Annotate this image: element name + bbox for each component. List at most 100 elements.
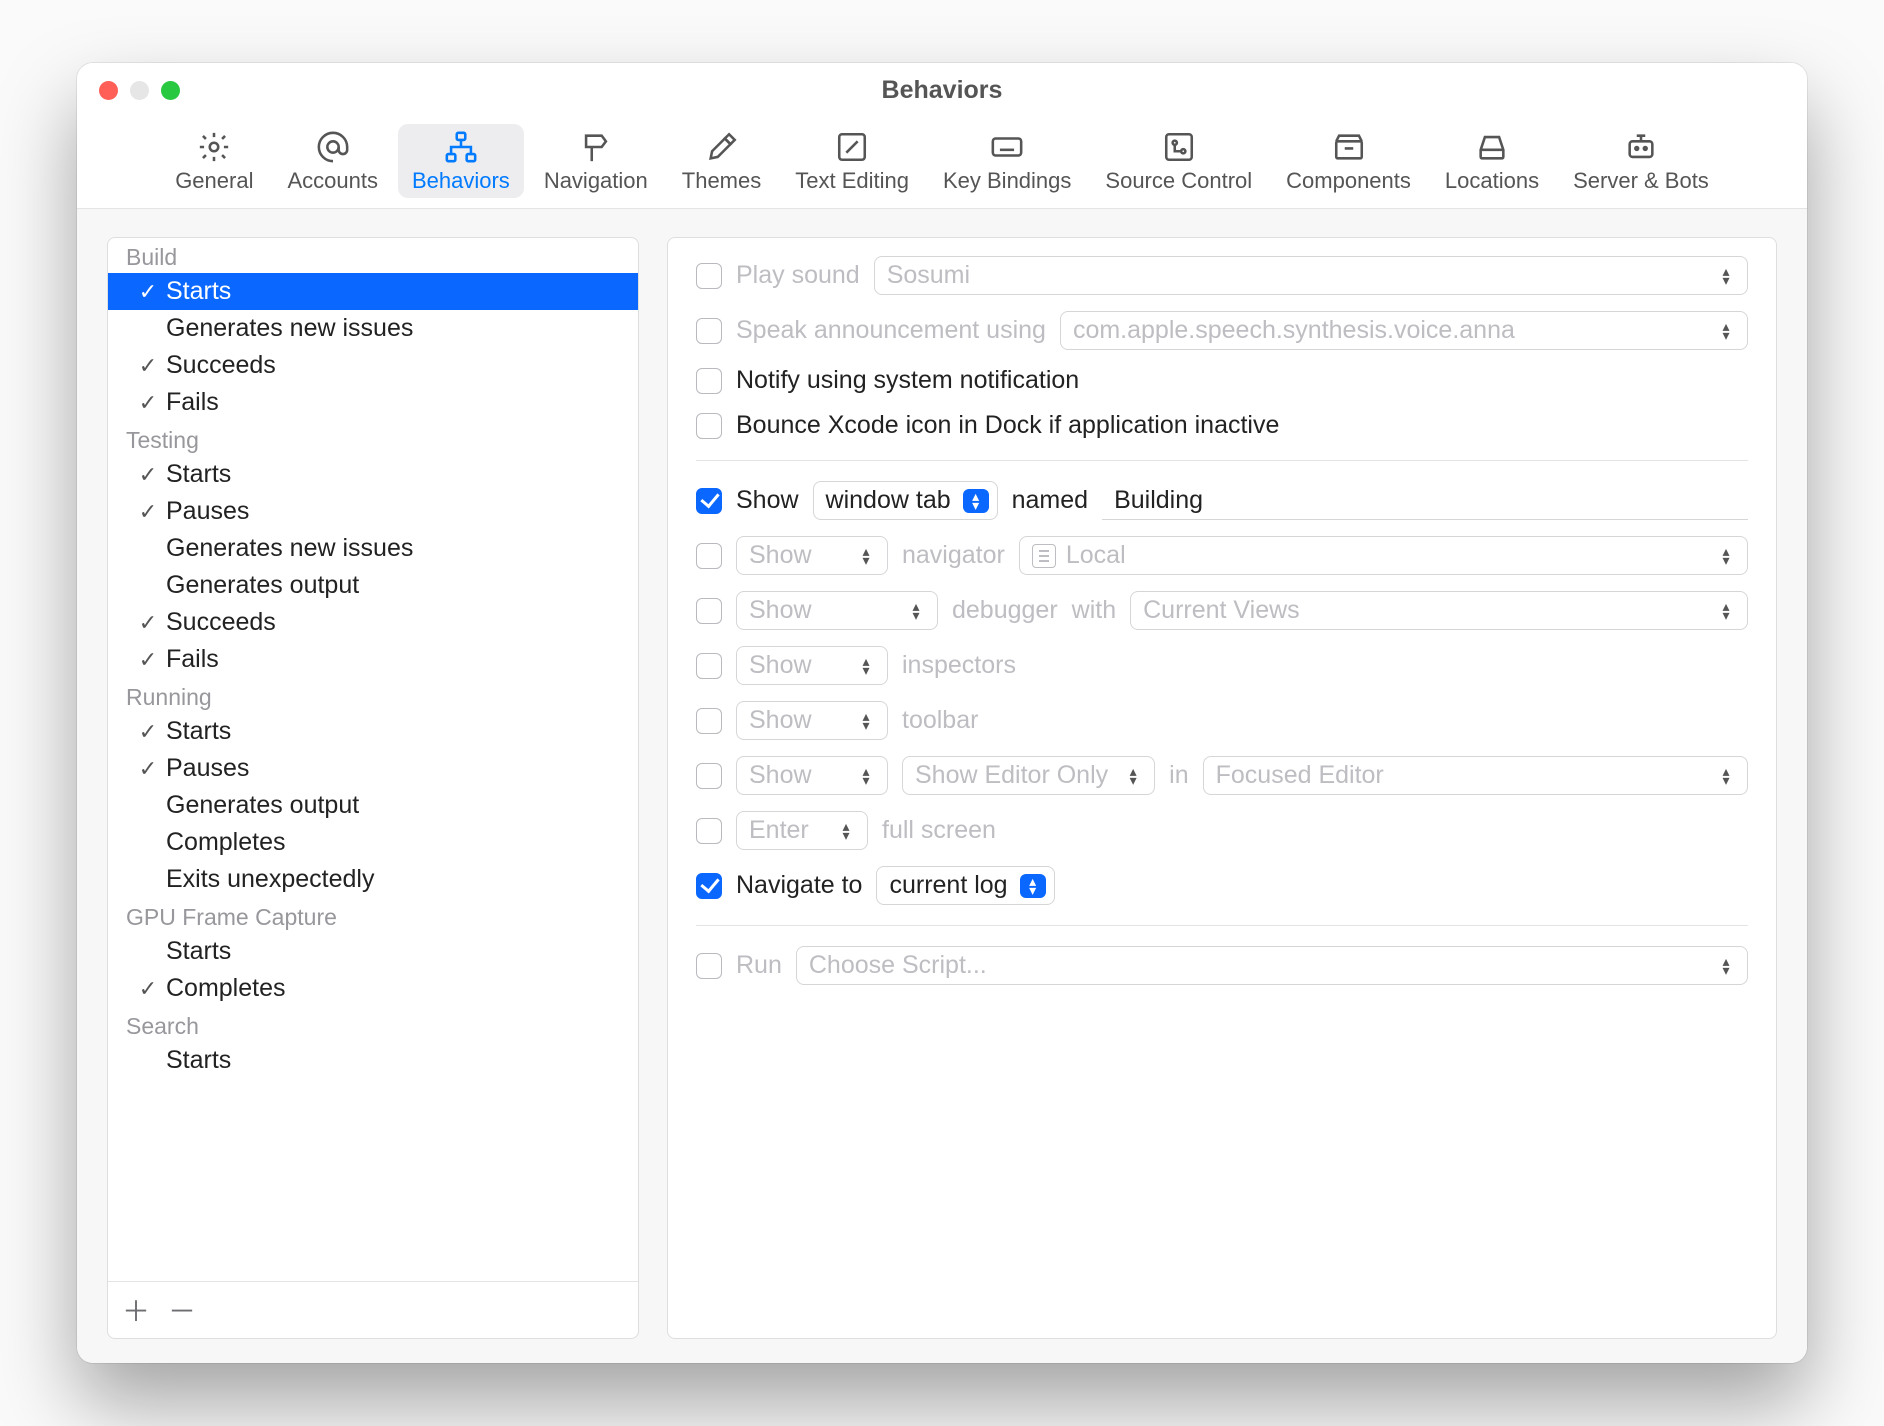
sidebar-item-testing-starts[interactable]: ✓Starts — [108, 456, 638, 493]
notify-label: Notify using system notification — [736, 366, 1079, 395]
chevron-updown-icon: ▴▾ — [853, 654, 879, 678]
editor-mode-select[interactable]: Show Editor Only ▴▾ — [902, 756, 1155, 795]
navigator-action-select[interactable]: Show ▴▾ — [736, 536, 888, 575]
check-icon: ✓ — [138, 756, 158, 782]
sidebar-item-running-exits[interactable]: Exits unexpectedly — [108, 861, 638, 898]
toolbar-label: toolbar — [902, 706, 978, 735]
editor-action-select[interactable]: Show ▴▾ — [736, 756, 888, 795]
tab-source-control[interactable]: Source Control — [1091, 124, 1266, 198]
tab-behaviors[interactable]: Behaviors — [398, 124, 524, 198]
toolbar-checkbox[interactable] — [696, 708, 722, 734]
sidebar-item-build-fails[interactable]: ✓Fails — [108, 384, 638, 421]
fullscreen-action-select[interactable]: Enter ▴▾ — [736, 811, 868, 850]
editor-checkbox[interactable] — [696, 763, 722, 789]
sidebar-item-testing-pauses[interactable]: ✓Pauses — [108, 493, 638, 530]
fullscreen-checkbox[interactable] — [696, 818, 722, 844]
preferences-toolbar: General Accounts Behaviors Navigation Th… — [77, 118, 1807, 209]
editor-target-select[interactable]: Focused Editor ▴▾ — [1203, 756, 1748, 795]
navigate-row: Navigate to current log ▴▾ — [696, 866, 1748, 905]
navigate-checkbox[interactable] — [696, 873, 722, 899]
play-sound-select[interactable]: Sosumi ▴▾ — [874, 256, 1748, 295]
run-script-select[interactable]: Choose Script... ▴▾ — [796, 946, 1748, 985]
sidebar-item-testing-output[interactable]: Generates output — [108, 567, 638, 604]
chevron-updown-icon: ▴▾ — [903, 599, 929, 623]
show-tab-checkbox[interactable] — [696, 488, 722, 514]
tab-text-editing[interactable]: Text Editing — [781, 124, 923, 198]
show-tab-select[interactable]: window tab ▴▾ — [813, 481, 998, 520]
remove-behavior-button[interactable]: － — [168, 1290, 196, 1330]
chevron-updown-icon: ▴▾ — [1713, 544, 1739, 568]
tab-general[interactable]: General — [161, 124, 267, 198]
debugger-value-select[interactable]: Current Views ▴▾ — [1130, 591, 1748, 630]
navigator-value-select[interactable]: Local ▴▾ — [1019, 536, 1748, 575]
sidebar-item-testing-fails[interactable]: ✓Fails — [108, 641, 638, 678]
sidebar-item-label: Pauses — [166, 754, 249, 783]
chevron-updown-icon: ▴▾ — [1020, 874, 1046, 898]
chevron-updown-icon: ▴▾ — [1120, 764, 1146, 788]
titlebar: Behaviors — [77, 63, 1807, 118]
sidebar-item-gpu-completes[interactable]: ✓Completes — [108, 970, 638, 1007]
inspectors-action-select[interactable]: Show ▴▾ — [736, 646, 888, 685]
chevron-updown-icon: ▴▾ — [833, 819, 859, 843]
show-tab-row: Show window tab ▴▾ named Building — [696, 481, 1748, 520]
tab-server-bots[interactable]: Server & Bots — [1559, 124, 1723, 198]
navigator-checkbox[interactable] — [696, 543, 722, 569]
tab-navigation[interactable]: Navigation — [530, 124, 662, 198]
tab-components[interactable]: Components — [1272, 124, 1425, 198]
sidebar-header-build: Build — [108, 238, 638, 273]
play-sound-checkbox[interactable] — [696, 263, 722, 289]
tab-name-field[interactable]: Building — [1102, 482, 1748, 520]
toolbar-action-select[interactable]: Show ▴▾ — [736, 701, 888, 740]
navigate-target-select[interactable]: current log ▴▾ — [876, 866, 1054, 905]
sidebar-item-build-issues[interactable]: Generates new issues — [108, 310, 638, 347]
inspectors-checkbox[interactable] — [696, 653, 722, 679]
sidebar-item-build-succeeds[interactable]: ✓Succeeds — [108, 347, 638, 384]
sidebar-item-label: Generates output — [166, 571, 359, 600]
gear-icon — [197, 130, 231, 164]
sidebar-item-gpu-starts[interactable]: Starts — [108, 933, 638, 970]
bounce-checkbox[interactable] — [696, 413, 722, 439]
tab-locations[interactable]: Locations — [1431, 124, 1553, 198]
speak-row: Speak announcement using com.apple.speec… — [696, 311, 1748, 350]
notify-checkbox[interactable] — [696, 368, 722, 394]
select-value: Show — [749, 596, 812, 625]
select-value: Choose Script... — [809, 951, 987, 980]
select-value: com.apple.speech.synthesis.voice.anna — [1073, 316, 1515, 345]
bounce-row: Bounce Xcode icon in Dock if application… — [696, 411, 1748, 440]
sidebar-item-label: Starts — [166, 717, 231, 746]
in-label: in — [1169, 761, 1188, 790]
tab-themes[interactable]: Themes — [668, 124, 775, 198]
check-icon: ✓ — [138, 353, 158, 379]
behaviors-sidebar: Build ✓ Starts Generates new issues ✓Succ… — [107, 237, 639, 1339]
sidebar-item-label: Completes — [166, 974, 286, 1003]
tab-label: Locations — [1445, 168, 1539, 194]
add-behavior-button[interactable]: ＋ — [122, 1290, 150, 1330]
debugger-checkbox[interactable] — [696, 598, 722, 624]
speak-checkbox[interactable] — [696, 318, 722, 344]
tab-accounts[interactable]: Accounts — [273, 124, 392, 198]
show-label: Show — [736, 486, 799, 515]
sidebar-item-running-pauses[interactable]: ✓ Pauses — [108, 750, 638, 787]
tab-key-bindings[interactable]: Key Bindings — [929, 124, 1085, 198]
select-value: Enter — [749, 816, 809, 845]
sidebar-item-search-starts[interactable]: Starts — [108, 1042, 638, 1079]
behaviors-list[interactable]: Build ✓ Starts Generates new issues ✓Succ… — [108, 238, 638, 1281]
bounce-label: Bounce Xcode icon in Dock if application… — [736, 411, 1279, 440]
navigator-row: Show ▴▾ navigator Local ▴▾ — [696, 536, 1748, 575]
debugger-action-select[interactable]: Show ▴▾ — [736, 591, 938, 630]
sidebar-item-label: Starts — [166, 460, 231, 489]
tab-label: Behaviors — [412, 168, 510, 194]
select-value: Show — [749, 706, 812, 735]
sidebar-item-testing-issues[interactable]: Generates new issues — [108, 530, 638, 567]
tab-label: Key Bindings — [943, 168, 1071, 194]
speak-voice-select[interactable]: com.apple.speech.synthesis.voice.anna ▴▾ — [1060, 311, 1748, 350]
sidebar-item-running-starts[interactable]: ✓ Starts — [108, 713, 638, 750]
run-checkbox[interactable] — [696, 953, 722, 979]
sidebar-item-build-starts[interactable]: ✓Starts — [108, 273, 638, 310]
sidebar-item-running-completes[interactable]: Completes — [108, 824, 638, 861]
sidebar-item-label: Starts — [166, 937, 231, 966]
check-icon: ✓ — [138, 719, 158, 745]
pencil-square-icon — [835, 130, 869, 164]
sidebar-item-testing-succeeds[interactable]: ✓Succeeds — [108, 604, 638, 641]
sidebar-item-running-output[interactable]: Generates output — [108, 787, 638, 824]
